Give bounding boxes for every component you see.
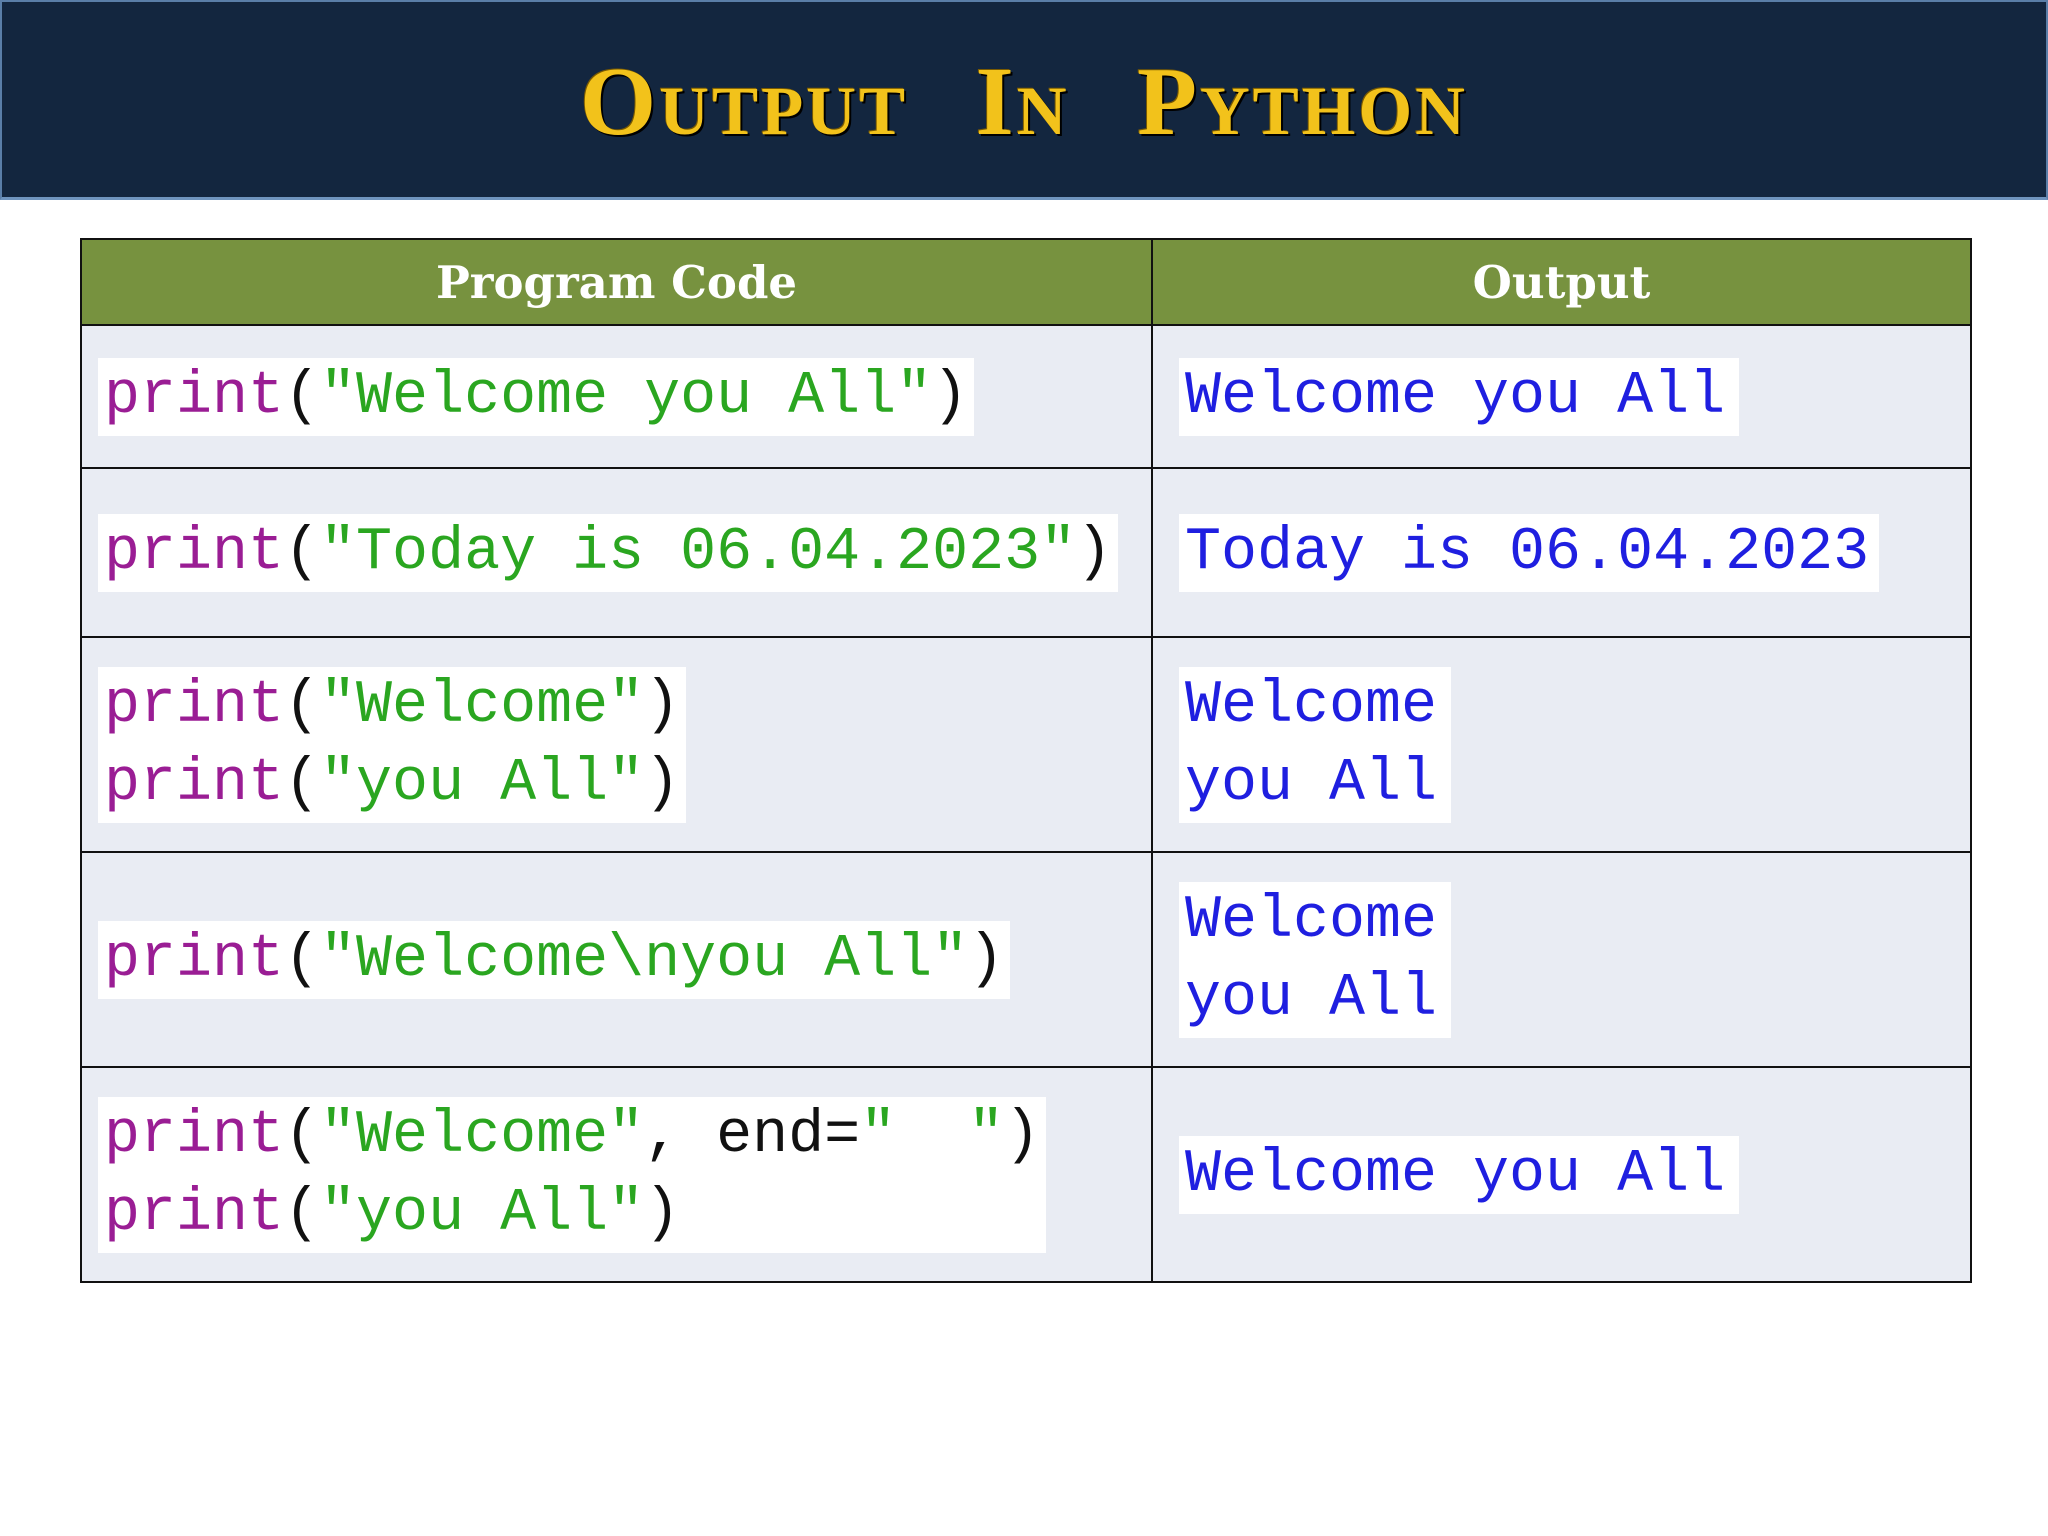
table-row: print("Welcome you All") Welcome you All	[80, 324, 1972, 469]
code-cell: print("Welcome you All")	[80, 324, 1153, 469]
output-cell: Today is 06.04.2023	[1151, 467, 1972, 638]
table-row: print("Welcome") print("you All") Welcom…	[80, 636, 1972, 853]
string-literal: "Welcome\nyou All"	[320, 925, 969, 994]
code-cell: print("Welcome", end=" ") print("you All…	[80, 1066, 1153, 1283]
output-line: Welcome	[1185, 671, 1438, 740]
code-block: print("Welcome", end=" ") print("you All…	[98, 1096, 1047, 1253]
keyword-print: print	[104, 518, 285, 587]
output-block: Welcome you All	[1179, 666, 1452, 823]
string-literal: "Welcome you All"	[320, 362, 933, 431]
page-title: Output In Python	[580, 47, 1468, 156]
string-literal: "you All"	[320, 1179, 645, 1248]
output-block: Welcome you All	[1179, 881, 1452, 1038]
string-literal: "Welcome"	[320, 671, 645, 740]
code-block: print("Welcome") print("you All")	[98, 666, 687, 823]
header-program-code: Program Code	[80, 238, 1153, 326]
output-line: you All	[1185, 749, 1438, 818]
output-cell: Welcome you All	[1151, 1066, 1972, 1283]
output-cell: Welcome you All	[1151, 851, 1972, 1068]
output-block: Welcome you All	[1179, 1135, 1740, 1214]
output-line: Welcome	[1185, 886, 1438, 955]
table-header-row: Program Code Output	[80, 238, 1972, 326]
output-cell: Welcome you All	[1151, 324, 1972, 469]
code-cell: print("Welcome") print("you All")	[80, 636, 1153, 853]
output-line: you All	[1185, 964, 1438, 1033]
end-argument: , end=	[644, 1101, 861, 1170]
output-block: Welcome you All	[1179, 357, 1740, 436]
string-literal: "Today is 06.04.2023"	[320, 518, 1077, 587]
keyword-print: print	[104, 671, 285, 740]
keyword-print: print	[104, 749, 285, 818]
header-output: Output	[1151, 238, 1972, 326]
output-block: Today is 06.04.2023	[1179, 513, 1880, 592]
keyword-print: print	[104, 1179, 285, 1248]
output-line: Welcome you All	[1185, 362, 1726, 431]
table-row: print("Welcome", end=" ") print("you All…	[80, 1066, 1972, 1283]
keyword-print: print	[104, 925, 285, 994]
output-table: Program Code Output print("Welcome you A…	[80, 238, 1972, 1283]
table-row: print("Today is 06.04.2023") Today is 06…	[80, 467, 1972, 638]
output-line: Today is 06.04.2023	[1185, 518, 1870, 587]
title-banner: Output In Python	[0, 0, 2048, 200]
code-cell: print("Today is 06.04.2023")	[80, 467, 1153, 638]
keyword-print: print	[104, 362, 285, 431]
code-block: print("Welcome\nyou All")	[98, 920, 1011, 999]
output-line: Welcome you All	[1185, 1140, 1726, 1209]
code-block: print("Welcome you All")	[98, 357, 975, 436]
output-cell: Welcome you All	[1151, 636, 1972, 853]
string-literal: " "	[860, 1101, 1005, 1170]
keyword-print: print	[104, 1101, 285, 1170]
code-block: print("Today is 06.04.2023")	[98, 513, 1119, 592]
table-row: print("Welcome\nyou All") Welcome you Al…	[80, 851, 1972, 1068]
code-cell: print("Welcome\nyou All")	[80, 851, 1153, 1068]
string-literal: "you All"	[320, 749, 645, 818]
string-literal: "Welcome"	[320, 1101, 645, 1170]
